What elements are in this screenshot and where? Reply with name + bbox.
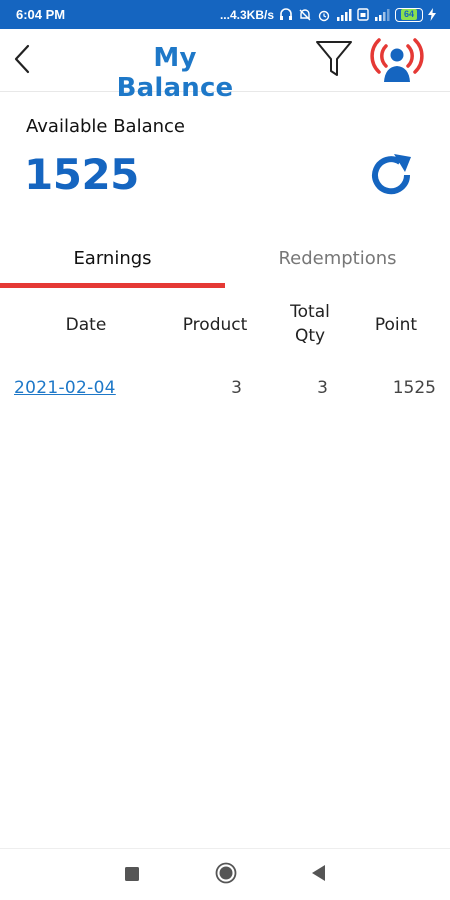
tab-bar: Earnings Redemptions bbox=[0, 240, 450, 290]
charging-icon bbox=[428, 8, 436, 21]
signal-icon bbox=[336, 8, 352, 21]
filter-button[interactable] bbox=[313, 39, 355, 83]
available-balance-value: 1525 bbox=[24, 150, 139, 199]
back-button[interactable] bbox=[6, 41, 38, 81]
system-back-button[interactable] bbox=[304, 861, 334, 889]
recents-square-icon bbox=[125, 866, 139, 885]
available-balance-label: Available Balance bbox=[26, 116, 185, 137]
home-button[interactable] bbox=[211, 861, 241, 889]
table-header: Date Product Total Qty Point bbox=[0, 296, 450, 356]
home-circle-icon bbox=[215, 862, 237, 888]
page-title: My Balance bbox=[116, 43, 234, 103]
headphones-icon bbox=[279, 8, 293, 21]
tab-redemptions[interactable]: Redemptions bbox=[225, 240, 450, 290]
row-point: 1525 bbox=[392, 378, 436, 398]
status-icons: ...4.3KB/s 64 bbox=[219, 7, 436, 22]
refresh-button[interactable] bbox=[366, 152, 418, 204]
column-header-total-line1: Total bbox=[290, 302, 330, 322]
system-nav-bar bbox=[0, 848, 450, 900]
table-row: 2021-02-04 3 3 1525 bbox=[0, 370, 450, 406]
refresh-icon bbox=[367, 151, 417, 205]
battery-icon: 64 bbox=[395, 7, 423, 22]
column-header-total-line2: Qty bbox=[294, 326, 326, 346]
signal-icon bbox=[374, 8, 390, 21]
live-broadcast-user-icon bbox=[369, 34, 425, 88]
sim-icon bbox=[357, 8, 369, 21]
recents-button[interactable] bbox=[117, 861, 147, 889]
filter-icon bbox=[315, 39, 353, 83]
row-product: 3 bbox=[231, 378, 242, 398]
live-support-button[interactable] bbox=[368, 35, 426, 87]
back-triangle-icon bbox=[312, 865, 326, 885]
active-tab-indicator bbox=[0, 283, 225, 288]
column-header-point: Point bbox=[374, 315, 418, 335]
column-header-date: Date bbox=[65, 315, 107, 335]
column-header-product: Product bbox=[182, 315, 248, 335]
column-header-total-qty: Total Qty bbox=[276, 300, 344, 348]
network-speed: ...4.3KB/s bbox=[219, 7, 274, 22]
app-bar: My Balance bbox=[0, 29, 450, 103]
status-time: 6:04 PM bbox=[16, 7, 66, 22]
row-total-qty: 3 bbox=[317, 378, 328, 398]
alarm-icon bbox=[317, 8, 331, 22]
row-date-link[interactable]: 2021-02-04 bbox=[14, 376, 116, 400]
alarm-off-icon bbox=[298, 8, 312, 22]
status-bar: 6:04 PM ...4.3KB/s 64 bbox=[0, 0, 450, 29]
back-arrow-icon bbox=[12, 43, 32, 79]
battery-level: 64 bbox=[400, 9, 417, 20]
